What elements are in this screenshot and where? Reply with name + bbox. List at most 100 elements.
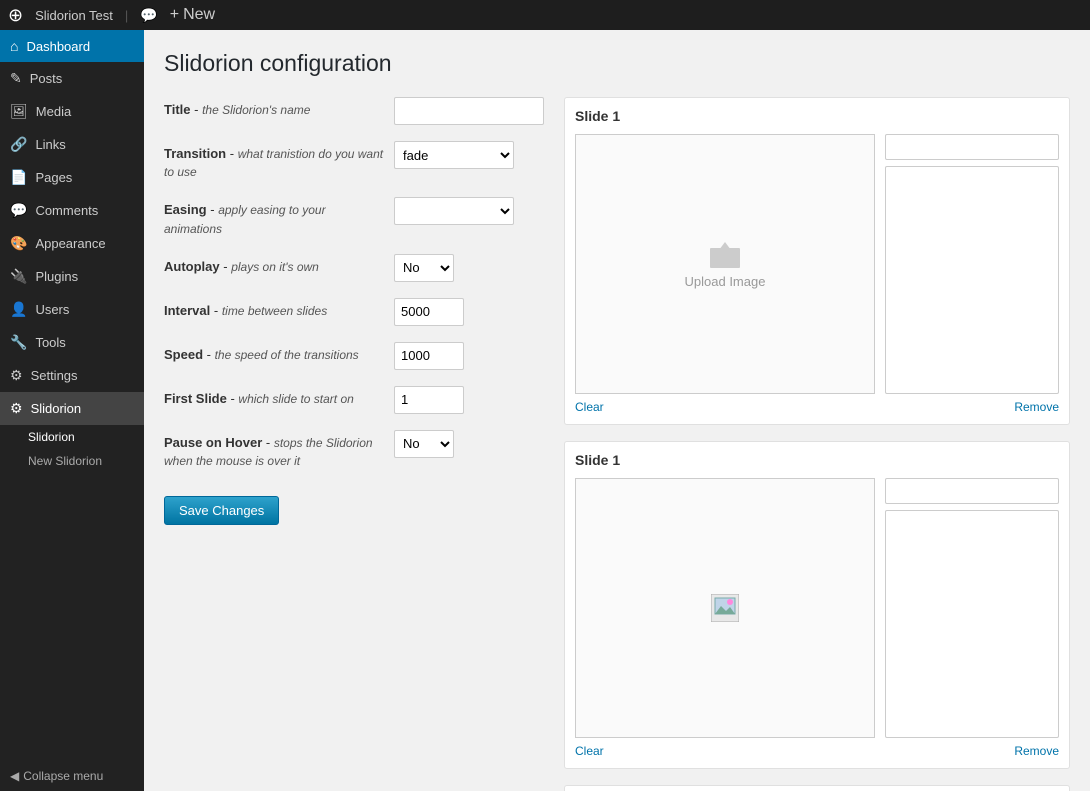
page-title: Slidorion configuration xyxy=(164,50,1070,77)
sidebar-item-plugins[interactable]: 🔌 Plugins xyxy=(0,260,144,293)
interval-input[interactable]: 5000 xyxy=(394,298,464,326)
topbar: ⊕ Slidorion Test | 💬 + New xyxy=(0,0,1090,30)
easing-select[interactable] xyxy=(394,197,514,225)
form-row-title: Title - the Slidorion's name xyxy=(164,97,544,125)
slide-box-1: Slide 1 Upload Image xyxy=(564,97,1070,425)
first-slide-input[interactable]: 1 xyxy=(394,386,464,414)
form-row-transition: Transition - what tranistion do you want… xyxy=(164,141,544,181)
sidebar-label-users: Users xyxy=(35,302,69,317)
form-section: Title - the Slidorion's name Transition … xyxy=(164,97,544,525)
title-control xyxy=(394,97,544,125)
sidebar-sub-new-slidorion[interactable]: New Slidorion xyxy=(0,449,144,473)
slide1-upload-area[interactable]: Upload Image xyxy=(575,134,875,394)
slide1-textarea[interactable] xyxy=(885,166,1059,394)
sidebar-label-links: Links xyxy=(35,137,65,152)
sidebar-item-slidorion[interactable]: ⚙ Slidorion xyxy=(0,392,144,425)
sidebar-item-dashboard[interactable]: ⌂ Dashboard xyxy=(0,30,144,62)
title-input[interactable] xyxy=(394,97,544,125)
slide1-inner: Upload Image xyxy=(575,134,1059,394)
sidebar-label-settings: Settings xyxy=(31,368,78,383)
slide2-remove-link[interactable]: Remove xyxy=(1014,744,1059,758)
sidebar-item-users[interactable]: 👤 Users xyxy=(0,293,144,326)
sidebar-label-slidorion: Slidorion xyxy=(31,401,82,416)
autoplay-select[interactable]: No Yes xyxy=(394,254,454,282)
dashboard-icon: ⌂ xyxy=(10,38,18,54)
sidebar-item-settings[interactable]: ⚙ Settings xyxy=(0,359,144,392)
sidebar-sub-slidorion[interactable]: Slidorion xyxy=(0,425,144,449)
slide2-textarea[interactable] xyxy=(885,510,1059,738)
speed-label: Speed - the speed of the transitions xyxy=(164,342,384,364)
collapse-menu-button[interactable]: ◀ Collapse menu xyxy=(0,761,144,791)
sidebar-item-appearance[interactable]: 🎨 Appearance xyxy=(0,227,144,260)
first-slide-control: 1 xyxy=(394,386,544,414)
slides-panel: Slide 1 Upload Image xyxy=(564,97,1070,791)
sidebar-item-posts[interactable]: ✎ Posts xyxy=(0,62,144,95)
new-button[interactable]: + New xyxy=(170,6,215,24)
plus-icon: + xyxy=(170,6,179,24)
media-icon: 🖼 xyxy=(10,103,28,120)
speed-input[interactable]: 1000 xyxy=(394,342,464,370)
transition-control: fade slide none xyxy=(394,141,544,169)
form-row-first-slide: First Slide - which slide to start on 1 xyxy=(164,386,544,414)
sidebar-item-pages[interactable]: 📄 Pages xyxy=(0,161,144,194)
sidebar-label-appearance: Appearance xyxy=(35,236,105,251)
slide1-upload-label: Upload Image xyxy=(685,274,766,289)
first-slide-label: First Slide - which slide to start on xyxy=(164,386,384,408)
add-slide-box[interactable]: Add new slide xyxy=(564,785,1070,791)
slide2-footer: Clear Remove xyxy=(575,744,1059,758)
autoplay-label: Autoplay - plays on it's own xyxy=(164,254,384,276)
upload-image-icon xyxy=(709,240,741,268)
sidebar-label-comments: Comments xyxy=(35,203,98,218)
sidebar-label-posts: Posts xyxy=(30,71,63,86)
form-row-autoplay: Autoplay - plays on it's own No Yes xyxy=(164,254,544,282)
users-icon: 👤 xyxy=(10,301,27,318)
wp-logo[interactable]: ⊕ xyxy=(8,5,23,26)
sidebar-label-pages: Pages xyxy=(35,170,72,185)
transition-select[interactable]: fade slide none xyxy=(394,141,514,169)
form-row-interval: Interval - time between slides 5000 xyxy=(164,298,544,326)
autoplay-control: No Yes xyxy=(394,254,544,282)
interval-label: Interval - time between slides xyxy=(164,298,384,320)
plugins-icon: 🔌 xyxy=(10,268,27,285)
links-icon: 🔗 xyxy=(10,136,27,153)
slide1-remove-link[interactable]: Remove xyxy=(1014,400,1059,414)
form-row-pause-hover: Pause on Hover - stops the Slidorion whe… xyxy=(164,430,544,470)
slide1-footer: Clear Remove xyxy=(575,400,1059,414)
slide2-upload-area[interactable] xyxy=(575,478,875,738)
sidebar-item-media[interactable]: 🖼 Media xyxy=(0,95,144,128)
topbar-divider: | xyxy=(125,8,128,23)
pages-icon: 📄 xyxy=(10,169,27,186)
slide2-text-fields xyxy=(885,478,1059,738)
main-content: Slidorion configuration Title - the Slid… xyxy=(144,30,1090,791)
slide1-clear-link[interactable]: Clear xyxy=(575,400,604,414)
sidebar: ⌂ Dashboard ✎ Posts 🖼 Media 🔗 Links 📄 Pa… xyxy=(0,30,144,791)
save-changes-button[interactable]: Save Changes xyxy=(164,496,279,525)
pause-hover-label: Pause on Hover - stops the Slidorion whe… xyxy=(164,430,384,470)
sidebar-item-links[interactable]: 🔗 Links xyxy=(0,128,144,161)
posts-icon: ✎ xyxy=(10,70,22,87)
collapse-arrow-icon: ◀ xyxy=(10,769,19,783)
sidebar-label-media: Media xyxy=(36,104,71,119)
slide1-title: Slide 1 xyxy=(575,108,1059,124)
pause-hover-control: No Yes xyxy=(394,430,544,458)
slide2-text-input[interactable] xyxy=(885,478,1059,504)
slide2-clear-link[interactable]: Clear xyxy=(575,744,604,758)
transition-label: Transition - what tranistion do you want… xyxy=(164,141,384,181)
slide2-inner xyxy=(575,478,1059,738)
sidebar-label-plugins: Plugins xyxy=(35,269,78,284)
slidorion-icon: ⚙ xyxy=(10,400,23,417)
form-row-easing: Easing - apply easing to your animations xyxy=(164,197,544,237)
config-area: Title - the Slidorion's name Transition … xyxy=(164,97,1070,791)
slide1-text-fields xyxy=(885,134,1059,394)
form-row-speed: Speed - the speed of the transitions 100… xyxy=(164,342,544,370)
comments-icon: 💬 xyxy=(10,202,27,219)
sidebar-item-comments[interactable]: 💬 Comments xyxy=(0,194,144,227)
site-name[interactable]: Slidorion Test xyxy=(35,8,113,23)
slide-box-2: Slide 1 xyxy=(564,441,1070,769)
settings-icon: ⚙ xyxy=(10,367,23,384)
pause-hover-select[interactable]: No Yes xyxy=(394,430,454,458)
title-label: Title - the Slidorion's name xyxy=(164,97,384,119)
chat-icon[interactable]: 💬 xyxy=(140,7,157,24)
sidebar-item-tools[interactable]: 🔧 Tools xyxy=(0,326,144,359)
slide1-text-input[interactable] xyxy=(885,134,1059,160)
